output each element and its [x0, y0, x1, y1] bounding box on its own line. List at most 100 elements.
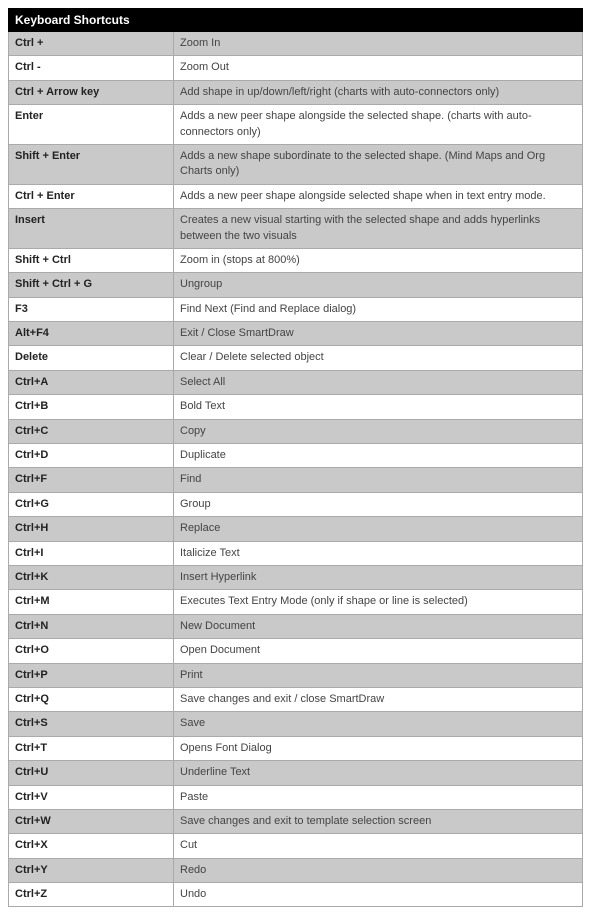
table-row: F3Find Next (Find and Replace dialog) [9, 297, 583, 321]
table-row: InsertCreates a new visual starting with… [9, 209, 583, 249]
table-row: EnterAdds a new peer shape alongside the… [9, 105, 583, 145]
shortcut-description: Opens Font Dialog [174, 736, 583, 760]
table-row: Ctrl+HReplace [9, 517, 583, 541]
shortcut-key: Ctrl+D [9, 444, 174, 468]
table-row: Ctrl+OOpen Document [9, 639, 583, 663]
shortcut-key: Shift + Ctrl [9, 248, 174, 272]
table-row: Ctrl+YRedo [9, 858, 583, 882]
shortcut-key: Ctrl+O [9, 639, 174, 663]
shortcut-key: Ctrl+W [9, 809, 174, 833]
shortcut-key: Ctrl + Enter [9, 184, 174, 208]
table-row: Ctrl+MExecutes Text Entry Mode (only if … [9, 590, 583, 614]
shortcut-description: Adds a new shape subordinate to the sele… [174, 144, 583, 184]
shortcut-key: Ctrl+B [9, 395, 174, 419]
shortcut-description: Zoom In [174, 32, 583, 56]
table-row: Alt+F4Exit / Close SmartDraw [9, 322, 583, 346]
shortcut-description: Redo [174, 858, 583, 882]
shortcut-key: Ctrl - [9, 56, 174, 80]
shortcut-key: Ctrl+F [9, 468, 174, 492]
shortcut-key: Ctrl+I [9, 541, 174, 565]
shortcut-key: Ctrl+K [9, 565, 174, 589]
shortcut-key: Ctrl+G [9, 492, 174, 516]
table-row: Ctrl + EnterAdds a new peer shape alongs… [9, 184, 583, 208]
shortcut-description: Save changes and exit / close SmartDraw [174, 687, 583, 711]
shortcut-key: Ctrl+U [9, 761, 174, 785]
shortcut-description: Add shape in up/down/left/right (charts … [174, 80, 583, 104]
shortcut-key: Alt+F4 [9, 322, 174, 346]
table-row: Shift + EnterAdds a new shape subordinat… [9, 144, 583, 184]
shortcut-key: Ctrl+Z [9, 883, 174, 907]
table-row: DeleteClear / Delete selected object [9, 346, 583, 370]
shortcut-key: Ctrl+H [9, 517, 174, 541]
shortcut-description: Find Next (Find and Replace dialog) [174, 297, 583, 321]
shortcut-description: Paste [174, 785, 583, 809]
table-row: Ctrl+PPrint [9, 663, 583, 687]
shortcut-description: Adds a new peer shape alongside the sele… [174, 105, 583, 145]
table-row: Ctrl+XCut [9, 834, 583, 858]
shortcut-description: Open Document [174, 639, 583, 663]
table-row: Ctrl -Zoom Out [9, 56, 583, 80]
shortcut-key: Delete [9, 346, 174, 370]
shortcut-key: Ctrl+T [9, 736, 174, 760]
shortcut-description: Find [174, 468, 583, 492]
table-row: Ctrl +Zoom In [9, 32, 583, 56]
shortcut-description: Duplicate [174, 444, 583, 468]
table-row: Ctrl+KInsert Hyperlink [9, 565, 583, 589]
shortcut-key: Shift + Ctrl + G [9, 273, 174, 297]
table-row: Ctrl+QSave changes and exit / close Smar… [9, 687, 583, 711]
shortcut-key: Ctrl+M [9, 590, 174, 614]
shortcut-description: Clear / Delete selected object [174, 346, 583, 370]
shortcut-description: Creates a new visual starting with the s… [174, 209, 583, 249]
table-row: Ctrl+CCopy [9, 419, 583, 443]
shortcut-description: Adds a new peer shape alongside selected… [174, 184, 583, 208]
table-row: Shift + CtrlZoom in (stops at 800%) [9, 248, 583, 272]
shortcut-description: Copy [174, 419, 583, 443]
keyboard-shortcuts-table: Keyboard Shortcuts Ctrl +Zoom InCtrl -Zo… [8, 8, 583, 907]
table-row: Ctrl+BBold Text [9, 395, 583, 419]
shortcut-description: Undo [174, 883, 583, 907]
table-row: Ctrl+SSave [9, 712, 583, 736]
shortcut-description: Cut [174, 834, 583, 858]
shortcut-key: Ctrl+A [9, 370, 174, 394]
table-row: Ctrl+ASelect All [9, 370, 583, 394]
table-row: Ctrl + Arrow keyAdd shape in up/down/lef… [9, 80, 583, 104]
shortcut-description: Bold Text [174, 395, 583, 419]
shortcut-key: Ctrl+Y [9, 858, 174, 882]
table-row: Ctrl+FFind [9, 468, 583, 492]
shortcut-description: Underline Text [174, 761, 583, 785]
table-row: Ctrl+DDuplicate [9, 444, 583, 468]
shortcut-key: Ctrl + Arrow key [9, 80, 174, 104]
shortcut-description: Insert Hyperlink [174, 565, 583, 589]
shortcut-key: Ctrl + [9, 32, 174, 56]
shortcut-key: Shift + Enter [9, 144, 174, 184]
table-header-row: Keyboard Shortcuts [9, 9, 583, 32]
shortcut-description: Zoom Out [174, 56, 583, 80]
table-row: Ctrl+WSave changes and exit to template … [9, 809, 583, 833]
shortcut-key: Ctrl+V [9, 785, 174, 809]
shortcut-description: Print [174, 663, 583, 687]
shortcut-key: Ctrl+Q [9, 687, 174, 711]
shortcut-description: Executes Text Entry Mode (only if shape … [174, 590, 583, 614]
shortcut-description: Save changes and exit to template select… [174, 809, 583, 833]
shortcut-description: Select All [174, 370, 583, 394]
shortcut-key: Ctrl+C [9, 419, 174, 443]
table-row: Ctrl+IItalicize Text [9, 541, 583, 565]
shortcut-description: Exit / Close SmartDraw [174, 322, 583, 346]
table-title: Keyboard Shortcuts [9, 9, 583, 32]
shortcut-key: Ctrl+P [9, 663, 174, 687]
shortcut-description: Ungroup [174, 273, 583, 297]
shortcut-description: Group [174, 492, 583, 516]
shortcut-description: Zoom in (stops at 800%) [174, 248, 583, 272]
table-row: Shift + Ctrl + GUngroup [9, 273, 583, 297]
shortcut-key: F3 [9, 297, 174, 321]
shortcut-key: Insert [9, 209, 174, 249]
shortcut-description: New Document [174, 614, 583, 638]
table-row: Ctrl+NNew Document [9, 614, 583, 638]
table-row: Ctrl+GGroup [9, 492, 583, 516]
table-row: Ctrl+ZUndo [9, 883, 583, 907]
shortcut-key: Ctrl+N [9, 614, 174, 638]
shortcut-description: Replace [174, 517, 583, 541]
shortcut-description: Italicize Text [174, 541, 583, 565]
shortcut-key: Ctrl+S [9, 712, 174, 736]
shortcut-description: Save [174, 712, 583, 736]
